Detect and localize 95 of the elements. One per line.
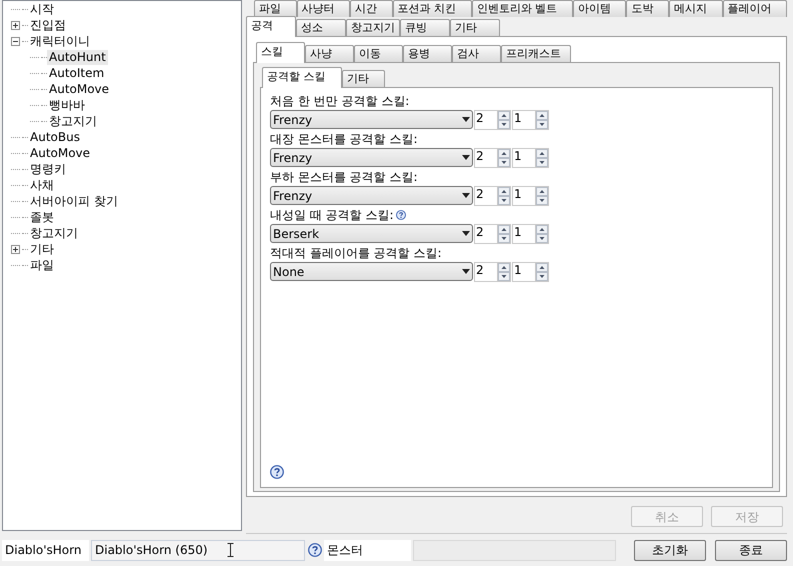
number-spinner[interactable]: 2 <box>474 110 511 130</box>
caret-icon <box>462 155 470 160</box>
tab[interactable]: 검사 <box>452 45 501 62</box>
tree-item[interactable]: 진입점 <box>28 18 68 32</box>
spin-up-icon[interactable] <box>498 110 510 120</box>
number-spinner[interactable]: 1 <box>512 148 549 168</box>
tree-item[interactable]: AutoMove <box>47 82 112 96</box>
spin-down-icon[interactable] <box>536 234 548 242</box>
tab[interactable]: 기타 <box>450 19 500 36</box>
spin-down-icon[interactable] <box>498 272 510 280</box>
skill-dropdown[interactable]: Berserk <box>270 224 473 243</box>
tab[interactable]: 용병 <box>403 45 452 62</box>
tree-item[interactable]: 시작 <box>28 2 56 16</box>
number-spinner[interactable]: 2 <box>474 224 511 244</box>
spin-down-icon[interactable] <box>536 120 548 128</box>
tree-item[interactable]: 파일 <box>28 258 56 272</box>
spin-up-icon[interactable] <box>498 262 510 272</box>
spin-down-icon[interactable] <box>536 196 548 204</box>
help-icon[interactable] <box>396 210 406 220</box>
tab[interactable]: 포션과 치킨 <box>392 0 472 17</box>
help-icon[interactable] <box>270 465 284 479</box>
skill-label: 부하 몬스터를 공격할 스킬: <box>270 170 418 184</box>
help-icon[interactable] <box>308 543 322 557</box>
tree-item[interactable]: 졸봇 <box>28 210 56 224</box>
footer-button[interactable]: 초기화 <box>634 540 706 560</box>
spin-up-icon[interactable] <box>536 224 548 234</box>
skill-dropdown[interactable]: Frenzy <box>270 148 473 167</box>
tree-item[interactable]: 기타 <box>28 242 56 256</box>
spin-up-icon[interactable] <box>498 186 510 196</box>
text-cursor-icon <box>227 543 234 557</box>
number-spinner[interactable]: 2 <box>474 262 511 282</box>
skill-label: 처음 한 번만 공격할 스킬: <box>270 94 410 108</box>
tree-item[interactable]: 창고지기 <box>28 226 80 240</box>
skill-label: 대장 몬스터를 공격할 스킬: <box>270 132 418 146</box>
skill-dropdown[interactable]: Frenzy <box>270 186 473 205</box>
tree-item[interactable]: AutoBus <box>28 130 82 144</box>
tab[interactable]: 사냥터 <box>296 0 350 17</box>
tree-item[interactable]: 창고지기 <box>47 114 99 128</box>
expand-icon[interactable] <box>11 244 20 254</box>
tree-item[interactable]: AutoItem <box>47 66 106 80</box>
spin-down-icon[interactable] <box>498 196 510 204</box>
spin-up-icon[interactable] <box>536 186 548 196</box>
footer-button[interactable]: 종료 <box>715 540 787 560</box>
collapse-icon[interactable] <box>11 36 20 46</box>
tree-item[interactable]: AutoHunt <box>47 50 108 64</box>
tab[interactable]: 큐빙 <box>400 19 450 36</box>
number-spinner[interactable]: 2 <box>474 186 511 206</box>
caret-icon <box>462 193 470 198</box>
tab[interactable]: 공격 <box>246 16 296 37</box>
tree-item[interactable]: AutoMove <box>28 146 92 160</box>
tab[interactable]: 사냥 <box>305 45 354 62</box>
tree-item[interactable]: 명령키 <box>28 162 68 176</box>
tab[interactable]: 도박 <box>626 0 669 17</box>
spin-up-icon[interactable] <box>536 148 548 158</box>
tab[interactable]: 기타 <box>342 70 385 87</box>
character-field[interactable]: Diablo'sHorn <box>2 540 89 560</box>
caret-icon <box>462 231 470 236</box>
spin-down-icon[interactable] <box>498 158 510 166</box>
number-spinner[interactable]: 1 <box>512 186 549 206</box>
number-spinner[interactable]: 2 <box>474 148 511 168</box>
spin-up-icon[interactable] <box>536 110 548 120</box>
tab[interactable]: 이동 <box>354 45 403 62</box>
tab[interactable]: 아이템 <box>572 0 626 17</box>
spin-up-icon[interactable] <box>536 262 548 272</box>
tree-item[interactable]: 사채 <box>28 178 56 192</box>
tab[interactable]: 성소 <box>296 19 346 36</box>
tree-item[interactable]: 서버아이피 찾기 <box>28 194 120 208</box>
spin-down-icon[interactable] <box>498 120 510 128</box>
spin-down-icon[interactable] <box>536 158 548 166</box>
spin-up-icon[interactable] <box>498 148 510 158</box>
tree-item[interactable]: 캐릭터이니 <box>28 34 92 48</box>
spin-down-icon[interactable] <box>498 234 510 242</box>
skill-dropdown[interactable]: Frenzy <box>270 110 473 129</box>
tab[interactable]: 창고지기 <box>346 19 400 36</box>
target-field[interactable]: 몬스터 <box>324 540 411 560</box>
tab[interactable]: 프리캐스트 <box>501 45 571 62</box>
tab[interactable]: 파일 <box>254 0 297 17</box>
tab[interactable]: 스킬 <box>256 42 305 63</box>
caret-icon <box>462 269 470 274</box>
skill-dropdown[interactable]: None <box>270 262 473 281</box>
number-spinner[interactable]: 1 <box>512 224 549 244</box>
caret-icon <box>462 117 470 122</box>
tab[interactable]: 플레이어 <box>722 0 788 17</box>
spin-up-icon[interactable] <box>498 224 510 234</box>
tree-item[interactable]: 뻥바바 <box>47 98 87 112</box>
tab[interactable]: 공격할 스킬 <box>262 67 342 88</box>
skill-label: 적대적 플레이어를 공격할 스킬: <box>270 246 442 260</box>
spin-down-icon[interactable] <box>536 272 548 280</box>
skill-label: 내성일 때 공격할 스킬: <box>270 208 394 222</box>
expand-icon[interactable] <box>11 20 20 30</box>
tab[interactable]: 인벤토리와 벨트 <box>472 0 573 17</box>
number-spinner[interactable]: 1 <box>512 110 549 130</box>
number-spinner[interactable]: 1 <box>512 262 549 282</box>
tab[interactable]: 시간 <box>350 0 393 17</box>
tab[interactable]: 메시지 <box>668 0 722 17</box>
